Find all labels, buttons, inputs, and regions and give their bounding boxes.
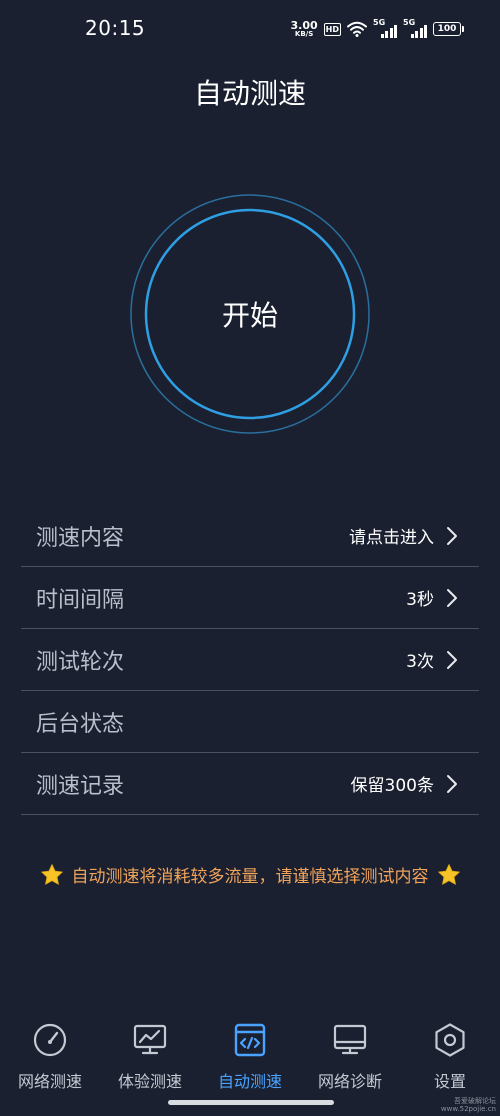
code-window-icon [234, 1023, 266, 1057]
wifi-icon [347, 21, 367, 37]
cellular-signal-1: 5G [373, 18, 397, 38]
chevron-right-icon [447, 526, 457, 545]
watermark-line-1: 吾爱破解论坛 [454, 1097, 496, 1105]
signal-bars-icon [410, 25, 427, 38]
chart-monitor-icon [133, 1024, 167, 1055]
nav-label: 体验测速 [117, 1072, 182, 1091]
setting-label: 后台状态 [36, 711, 125, 737]
start-dial: 开始 [129, 193, 371, 435]
setting-label: 测试轮次 [36, 649, 125, 675]
signal-bars-icon [380, 25, 397, 38]
setting-row-background-status[interactable]: 后台状态 [21, 691, 479, 753]
speedometer-icon [33, 1023, 67, 1057]
setting-row-rounds[interactable]: 测试轮次 3次 [21, 629, 479, 691]
nav-item-experience-speed-test[interactable]: 体验测速 [100, 1014, 200, 1102]
setting-value: 3秒 [406, 590, 434, 610]
setting-row-records[interactable]: 测速记录 保留300条 [21, 753, 479, 815]
status-icons: 3.00 KB/S HD 5G 5G 100 [291, 18, 464, 40]
hd-badge: HD [323, 22, 341, 36]
network-speed-unit: KB/S [294, 30, 314, 38]
watermark-line-2: www.52pojie.cn [440, 1105, 496, 1113]
data-usage-notice: 自动测速将消耗较多流量，请谨慎选择测试内容 [0, 862, 500, 887]
monitor-icon [333, 1024, 367, 1055]
page-title: 自动测速 [193, 77, 306, 110]
battery-icon: 100 [433, 22, 464, 36]
nav-item-settings[interactable]: 设置 [400, 1014, 500, 1102]
status-bar: 20:15 3.00 KB/S HD 5G 5G 100 [0, 0, 500, 58]
nav-label: 设置 [433, 1072, 466, 1091]
auto-speed-test-screen: 20:15 3.00 KB/S HD 5G 5G 100 自动测速 开始 测速内… [0, 0, 500, 1116]
star-icon [437, 863, 460, 885]
start-button[interactable]: 开始 [146, 210, 354, 418]
home-indicator[interactable] [168, 1100, 334, 1105]
setting-row-test-content[interactable]: 测速内容 请点击进入 [21, 505, 479, 567]
hexagon-gear-icon [435, 1023, 465, 1057]
notice-text: 自动测速将消耗较多流量，请谨慎选择测试内容 [71, 867, 429, 887]
setting-row-interval[interactable]: 时间间隔 3秒 [21, 567, 479, 629]
status-time: 20:15 [85, 16, 146, 40]
star-icon [40, 863, 63, 885]
network-speed-indicator: 3.00 KB/S [291, 20, 318, 38]
nav-label: 网络测速 [17, 1072, 82, 1091]
setting-value: 请点击进入 [349, 528, 434, 548]
nav-item-auto-speed-test[interactable]: 自动测速 [200, 1014, 300, 1102]
watermark: 吾爱破解论坛 www.52pojie.cn [441, 1097, 496, 1113]
setting-label: 时间间隔 [36, 587, 125, 613]
nav-item-network-diagnosis[interactable]: 网络诊断 [300, 1014, 400, 1102]
chevron-right-icon [447, 650, 457, 669]
setting-label: 测速记录 [36, 773, 125, 799]
settings-list: 测速内容 请点击进入 时间间隔 3秒 测试轮次 3次 后台状态 测速记录 保留3… [21, 505, 479, 815]
cellular-signal-2: 5G [403, 18, 427, 38]
nav-label: 网络诊断 [317, 1072, 382, 1091]
chevron-right-icon [447, 588, 457, 607]
nav-item-network-speed-test[interactable]: 网络测速 [0, 1014, 100, 1102]
chevron-right-icon [447, 774, 457, 793]
battery-level: 100 [433, 22, 461, 36]
setting-value: 3次 [406, 652, 434, 672]
nav-label: 自动测速 [217, 1072, 282, 1091]
setting-value: 保留300条 [350, 776, 434, 796]
setting-label: 测速内容 [36, 525, 125, 551]
